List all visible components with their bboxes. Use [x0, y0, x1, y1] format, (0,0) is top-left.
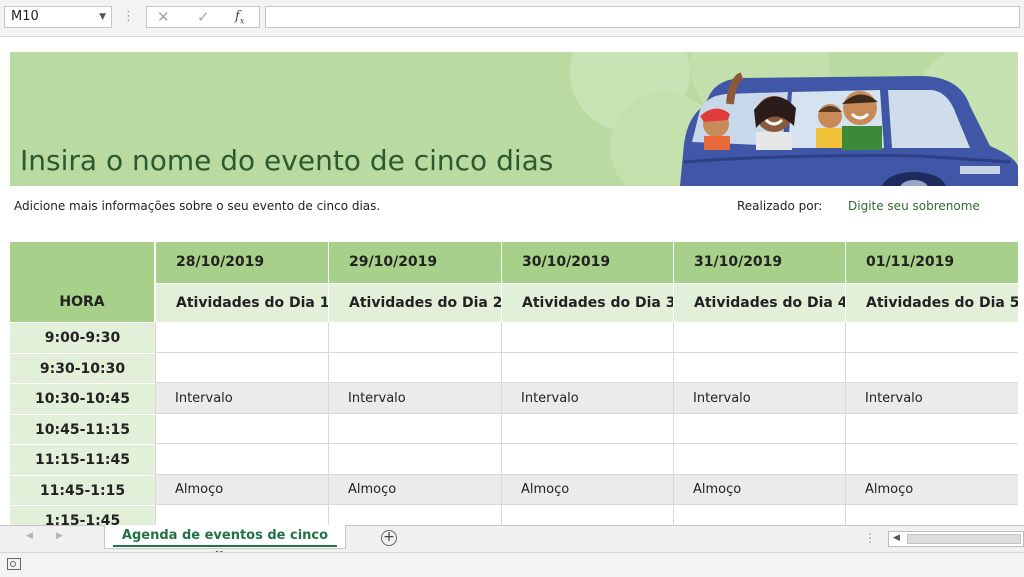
more-options-icon[interactable]: ⋮: [864, 531, 876, 545]
add-sheet-icon[interactable]: +: [381, 530, 397, 546]
time-slot-label[interactable]: 10:30-10:45: [10, 383, 155, 414]
schedule-cell[interactable]: [328, 353, 501, 383]
schedule-cell[interactable]: Almoço: [155, 475, 328, 505]
sheet-tab-agenda[interactable]: Agenda de eventos de cinco dias: [104, 525, 346, 565]
schedule-cell[interactable]: Intervalo: [845, 383, 1018, 414]
event-title[interactable]: Insira o nome do evento de cinco dias: [20, 144, 553, 177]
event-banner: Insira o nome do evento de cinco dias: [10, 52, 1018, 186]
schedule-cell[interactable]: Almoço: [673, 475, 845, 505]
formula-buttons: ✕ ✓ fx: [146, 6, 260, 28]
schedule-cell[interactable]: Intervalo: [328, 383, 501, 414]
schedule-cell[interactable]: [845, 353, 1018, 383]
date-header[interactable]: 28/10/2019: [155, 242, 328, 283]
schedule-cell[interactable]: [673, 353, 845, 383]
schedule-cell[interactable]: [673, 322, 845, 353]
macro-record-icon[interactable]: [7, 558, 21, 570]
schedule-cell[interactable]: Intervalo: [673, 383, 845, 414]
schedule-cell[interactable]: Intervalo: [501, 383, 673, 414]
formula-input[interactable]: [265, 6, 1020, 28]
time-slot-label[interactable]: 1:15-1:45: [10, 505, 155, 525]
schedule-cell[interactable]: [845, 505, 1018, 525]
schedule-cell[interactable]: [501, 444, 673, 475]
schedule-cell[interactable]: [155, 353, 328, 383]
day-activities-header[interactable]: Atividades do Dia 1: [155, 283, 328, 322]
schedule-cell[interactable]: [501, 505, 673, 525]
formula-bar: M10 ▼ ⋮ ✕ ✓ fx: [0, 0, 1024, 37]
more-options-icon[interactable]: ⋮: [122, 9, 135, 24]
day-activities-header[interactable]: Atividades do Dia 5: [845, 283, 1018, 322]
day-activities-header[interactable]: Atividades do Dia 2: [328, 283, 501, 322]
chevron-down-icon[interactable]: ▼: [99, 7, 106, 27]
schedule-cell[interactable]: [155, 322, 328, 353]
schedule-cell[interactable]: [673, 505, 845, 525]
schedule-cell[interactable]: [501, 322, 673, 353]
date-header[interactable]: 31/10/2019: [673, 242, 845, 283]
schedule-cell[interactable]: Almoço: [501, 475, 673, 505]
time-slot-label[interactable]: 9:00-9:30: [10, 322, 155, 353]
organizer-name-field[interactable]: Digite seu sobrenome: [848, 199, 980, 213]
date-header[interactable]: 29/10/2019: [328, 242, 501, 283]
time-slot-label[interactable]: 11:45-1:15: [10, 475, 155, 505]
schedule-table: HORA 28/10/2019 29/10/2019 30/10/2019 31…: [10, 242, 1018, 525]
horizontal-scrollbar[interactable]: ◀: [888, 531, 1024, 547]
schedule-cell[interactable]: Almoço: [328, 475, 501, 505]
time-slot-label[interactable]: 11:15-11:45: [10, 444, 155, 475]
event-description[interactable]: Adicione mais informações sobre o seu ev…: [14, 199, 380, 213]
scroll-tabs-left-icon[interactable]: ◀: [26, 531, 33, 541]
schedule-cell[interactable]: [328, 444, 501, 475]
time-slot-label[interactable]: 10:45-11:15: [10, 414, 155, 444]
organizer-label: Realizado por:: [737, 199, 823, 213]
day-activities-header[interactable]: Atividades do Dia 4: [673, 283, 845, 322]
scrollbar-thumb[interactable]: [907, 534, 1021, 544]
schedule-cell[interactable]: [501, 414, 673, 444]
schedule-cell[interactable]: [155, 505, 328, 525]
car-illustration: [680, 72, 1018, 186]
schedule-cell[interactable]: [328, 505, 501, 525]
schedule-cell[interactable]: [155, 444, 328, 475]
status-bar: [0, 552, 1024, 577]
hora-header: HORA: [10, 242, 155, 322]
name-box-value: M10: [11, 9, 39, 24]
schedule-cell[interactable]: Almoço: [845, 475, 1018, 505]
time-slot-label[interactable]: 9:30-10:30: [10, 353, 155, 383]
schedule-cell[interactable]: [328, 322, 501, 353]
schedule-cell[interactable]: [328, 414, 501, 444]
scroll-tabs-right-icon[interactable]: ▶: [56, 531, 63, 541]
schedule-cell[interactable]: [845, 444, 1018, 475]
schedule-cell[interactable]: [673, 444, 845, 475]
date-header[interactable]: 30/10/2019: [501, 242, 673, 283]
schedule-cell[interactable]: [845, 322, 1018, 353]
sheet-tab-bar: ◀ ▶ Agenda de eventos de cinco dias + ⋮ …: [0, 525, 1024, 565]
name-box[interactable]: M10 ▼: [4, 6, 112, 28]
day-activities-header[interactable]: Atividades do Dia 3: [501, 283, 673, 322]
scroll-left-icon[interactable]: ◀: [893, 533, 900, 543]
schedule-cell[interactable]: [845, 414, 1018, 444]
enter-icon[interactable]: ✓: [197, 8, 210, 26]
schedule-cell[interactable]: [501, 353, 673, 383]
schedule-cell[interactable]: [155, 414, 328, 444]
insert-function-icon[interactable]: fx: [235, 9, 244, 26]
date-header[interactable]: 01/11/2019: [845, 242, 1018, 283]
schedule-cell[interactable]: [673, 414, 845, 444]
cancel-icon[interactable]: ✕: [157, 8, 170, 26]
schedule-cell[interactable]: Intervalo: [155, 383, 328, 414]
